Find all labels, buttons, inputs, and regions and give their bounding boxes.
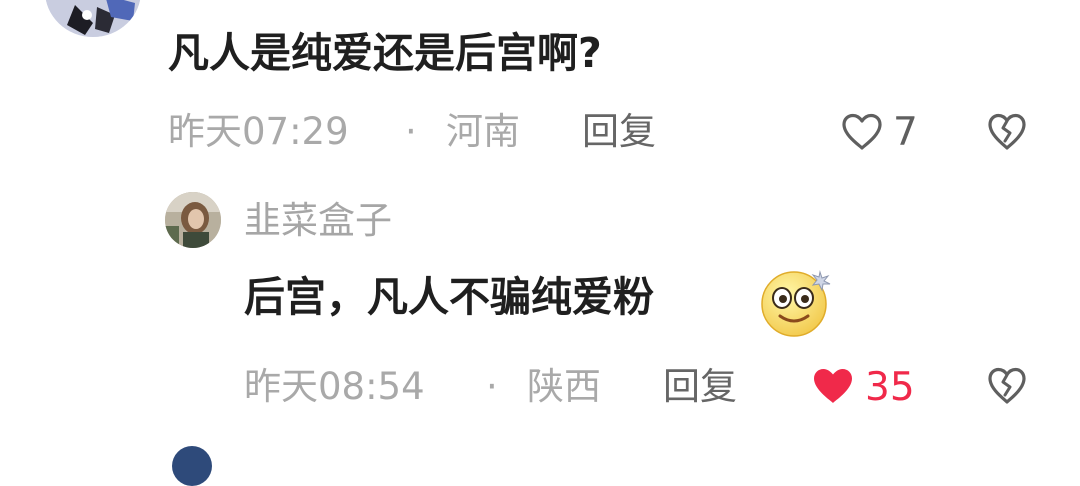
like-count: 35 bbox=[865, 365, 915, 410]
smiley-emoji-icon bbox=[761, 270, 831, 337]
avatar-commenter[interactable] bbox=[45, 0, 141, 37]
meta-separator: · bbox=[486, 365, 498, 408]
reply-text: 后宫，凡人不骗纯爱粉 bbox=[244, 273, 654, 321]
like-button[interactable] bbox=[840, 112, 884, 152]
avatar-next-commenter[interactable] bbox=[172, 446, 212, 486]
like-button[interactable] bbox=[811, 366, 855, 406]
dislike-button[interactable] bbox=[986, 112, 1028, 152]
reply-username[interactable]: 韭菜盒子 bbox=[244, 202, 392, 239]
avatar-replier[interactable] bbox=[165, 192, 221, 248]
heart-outline-icon bbox=[842, 113, 882, 150]
comment-text: 凡人是纯爱还是后宫啊? bbox=[168, 29, 602, 77]
reply-button[interactable]: 回复 bbox=[582, 113, 656, 150]
comment-location: 河南 bbox=[446, 110, 520, 153]
reply-time: 昨天08:54 bbox=[244, 365, 425, 408]
dislike-button[interactable] bbox=[986, 366, 1028, 406]
like-count: 7 bbox=[893, 110, 918, 155]
broken-heart-icon bbox=[988, 113, 1026, 150]
heart-filled-icon bbox=[814, 369, 852, 403]
reply-button[interactable]: 回复 bbox=[663, 368, 737, 405]
meta-separator: · bbox=[405, 110, 417, 153]
reply-location: 陕西 bbox=[527, 365, 601, 408]
comment-time: 昨天07:29 bbox=[168, 110, 349, 153]
smiley-emoji bbox=[758, 266, 836, 338]
broken-heart-icon bbox=[988, 367, 1026, 404]
